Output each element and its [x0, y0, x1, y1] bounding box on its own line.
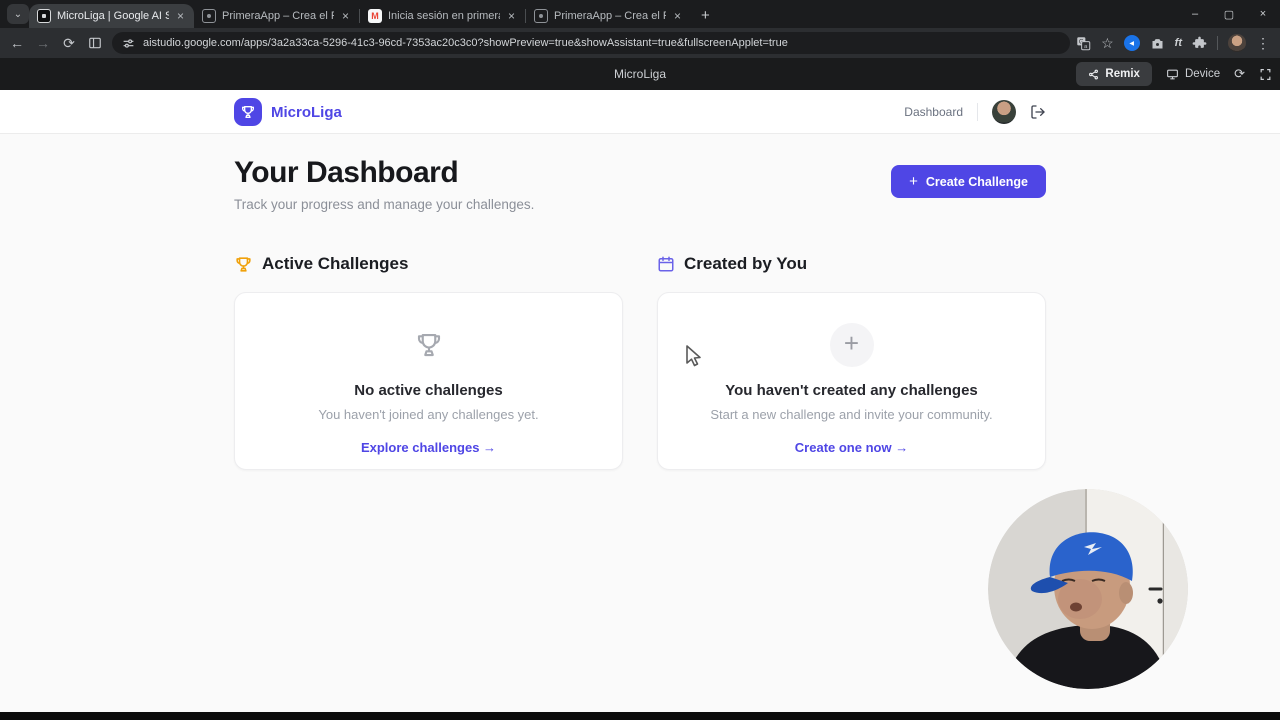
tab-search-button[interactable]: ⌄ [7, 4, 29, 24]
url-text: aistudio.google.com/apps/3a2a33ca-5296-4… [143, 37, 788, 49]
letterbox-bar [0, 712, 1280, 720]
browser-tab-strip: ⌄ MicroLiga | Google AI Studio × Primera… [0, 0, 1280, 28]
trophy-icon [241, 106, 255, 118]
create-challenge-label: Create Challenge [925, 174, 1028, 189]
font-extension-icon[interactable]: ft [1175, 37, 1182, 49]
empty-state-subtitle: You haven't joined any challenges yet. [318, 407, 539, 422]
reload-icon[interactable]: ⟳ [56, 35, 82, 52]
fullscreen-icon[interactable] [1259, 68, 1272, 81]
minimize-button[interactable]: – [1178, 0, 1212, 28]
side-panel-icon[interactable] [82, 36, 108, 50]
browser-tab[interactable]: M Inicia sesión en primeraapp.co × [360, 4, 525, 28]
screen: ⌄ MicroLiga | Google AI Studio × Primera… [0, 0, 1280, 720]
page-subtitle: Track your progress and manage your chal… [234, 197, 535, 212]
page-header: Your Dashboard Track your progress and m… [234, 156, 1046, 212]
brand-name: MicroLiga [271, 103, 342, 121]
empty-state-title: You haven't created any challenges [725, 382, 978, 399]
plus-icon: + [909, 173, 918, 190]
pinned-extension-icon[interactable]: ◀ [1123, 35, 1140, 51]
back-icon[interactable]: ← [4, 35, 30, 51]
created-by-you-empty-card: + You haven't created any challenges Sta… [657, 292, 1046, 470]
new-tab-button[interactable]: + [691, 7, 720, 24]
webcam-overlay [988, 489, 1188, 689]
tab-close-icon[interactable]: × [340, 9, 351, 23]
user-avatar[interactable] [992, 100, 1016, 124]
header-nav: Dashboard [904, 100, 1046, 124]
url-bar[interactable]: aistudio.google.com/apps/3a2a33ca-5296-4… [112, 32, 1071, 54]
empty-state-subtitle: Start a new challenge and invite your co… [710, 407, 993, 422]
toolbar-separator [1217, 36, 1218, 50]
site-info-icon[interactable] [122, 37, 135, 50]
mouse-cursor [683, 344, 705, 373]
explore-challenges-link[interactable]: Explore challenges → [361, 440, 496, 455]
camera-extension-icon[interactable] [1150, 36, 1165, 51]
tab-title: PrimeraApp – Crea el PRD y Pr [222, 10, 334, 22]
presenter-video [988, 489, 1188, 689]
create-challenge-button[interactable]: + Create Challenge [891, 165, 1046, 198]
brand[interactable]: MicroLiga [234, 98, 342, 126]
browser-tab[interactable]: PrimeraApp – Crea el PRD y Pr × [526, 4, 691, 28]
section-title: Active Challenges [262, 254, 409, 273]
ai-studio-favicon [37, 9, 51, 23]
browser-profile-avatar[interactable] [1228, 34, 1246, 52]
browser-tab[interactable]: PrimeraApp – Crea el PRD y Pr × [194, 4, 359, 28]
app-header: MicroLiga Dashboard [0, 90, 1280, 134]
create-one-now-link[interactable]: Create one now → [795, 440, 908, 455]
remix-label: Remix [1105, 68, 1140, 80]
reload-applet-icon[interactable]: ⟳ [1234, 66, 1245, 82]
tab-close-icon[interactable]: × [175, 9, 186, 23]
tab-title: Inicia sesión en primeraapp.co [388, 10, 500, 22]
fork-icon [1089, 69, 1099, 79]
active-challenges-section: Active Challenges No active challenges Y… [234, 254, 623, 470]
page-title: Your Dashboard [234, 156, 459, 189]
section-title: Created by You [684, 254, 808, 273]
device-button[interactable]: Device [1166, 68, 1220, 81]
extensions-puzzle-icon[interactable] [1192, 36, 1207, 51]
created-by-you-section: Created by You + You haven't created any… [657, 254, 1046, 470]
tab-close-icon[interactable]: × [672, 9, 683, 23]
gmail-favicon: M [368, 9, 382, 23]
forward-icon[interactable]: → [30, 35, 56, 51]
nav-dashboard-link[interactable]: Dashboard [904, 105, 963, 119]
device-icon [1167, 69, 1178, 79]
generic-favicon [534, 9, 548, 23]
header-separator [977, 103, 978, 121]
generic-favicon [202, 9, 216, 23]
device-label: Device [1184, 68, 1221, 80]
trophy-icon [417, 333, 440, 357]
bookmark-star-icon[interactable]: ☆ [1101, 35, 1114, 52]
window-controls: – ▢ × [1178, 0, 1280, 28]
tab-title: PrimeraApp – Crea el PRD y Pr [554, 10, 666, 22]
logout-icon[interactable] [1030, 104, 1046, 120]
tab-title: MicroLiga | Google AI Studio [57, 10, 169, 22]
active-challenges-empty-card: No active challenges You haven't joined … [234, 292, 623, 470]
browser-tab-active[interactable]: MicroLiga | Google AI Studio × [29, 4, 194, 28]
maximize-button[interactable]: ▢ [1212, 0, 1246, 28]
translate-icon[interactable]: G a [1076, 36, 1091, 51]
close-button[interactable]: × [1246, 0, 1280, 28]
browser-menu-icon[interactable]: ⋮ [1256, 35, 1270, 52]
tab-close-icon[interactable]: × [506, 9, 517, 23]
remix-button[interactable]: Remix [1076, 62, 1152, 86]
ai-studio-toolbar: MicroLiga Remix Device ⟳ [0, 58, 1280, 90]
plus-icon: + [829, 323, 874, 367]
browser-address-bar: ← → ⟳ aistudio.google.com/apps/3a2a33ca-… [0, 28, 1280, 58]
studio-actions: Remix Device ⟳ [1076, 58, 1272, 90]
brand-logo [234, 98, 262, 126]
trophy-icon [236, 256, 251, 272]
extensions-area: G a ☆ ◀ ft ⋮ [1076, 34, 1280, 52]
empty-state-title: No active challenges [354, 382, 503, 399]
calendar-icon [658, 256, 674, 272]
